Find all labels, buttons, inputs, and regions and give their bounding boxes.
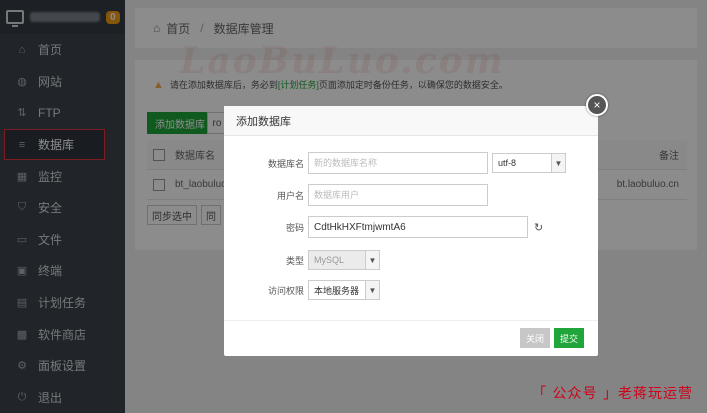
refresh-icon[interactable]: ↻ [534, 221, 543, 234]
password-input[interactable] [308, 216, 528, 238]
close-icon[interactable]: × [586, 94, 608, 116]
submit-button[interactable]: 提交 [554, 328, 584, 348]
access-label: 访问权限 [267, 285, 304, 296]
charset-select[interactable]: utf-8 ▼ [492, 153, 566, 173]
dialog-title: 添加数据库 [224, 106, 598, 136]
chevron-down-icon: ▼ [551, 154, 565, 172]
close-button[interactable]: 关闭 [520, 328, 550, 348]
access-select[interactable]: 本地服务器 ▼ [308, 280, 380, 300]
field-user: 用户名 [224, 184, 488, 206]
field-password: 密码 ↻ [224, 216, 543, 238]
password-label: 密码 [285, 222, 304, 233]
add-database-dialog: 添加数据库 × 数据库名 utf-8 ▼ 用户名 密码 ↻ 类型 MySQL ▼… [224, 94, 608, 356]
db-name-input[interactable] [308, 152, 488, 174]
field-access: 访问权限 本地服务器 ▼ [224, 280, 380, 300]
chevron-down-icon: ▼ [365, 281, 379, 299]
brand-watermark: 「 公众号 」老蒋玩运营 [532, 386, 693, 402]
type-label: 类型 [285, 255, 304, 266]
user-input[interactable] [308, 184, 488, 206]
field-type: 类型 MySQL ▼ [224, 250, 380, 270]
dialog-footer: 关闭 提交 [224, 320, 598, 356]
chevron-down-icon: ▼ [365, 251, 379, 269]
field-db-name: 数据库名 utf-8 ▼ [224, 152, 566, 174]
db-name-label: 数据库名 [267, 158, 304, 169]
user-label: 用户名 [276, 190, 304, 201]
type-select: MySQL ▼ [308, 250, 380, 270]
